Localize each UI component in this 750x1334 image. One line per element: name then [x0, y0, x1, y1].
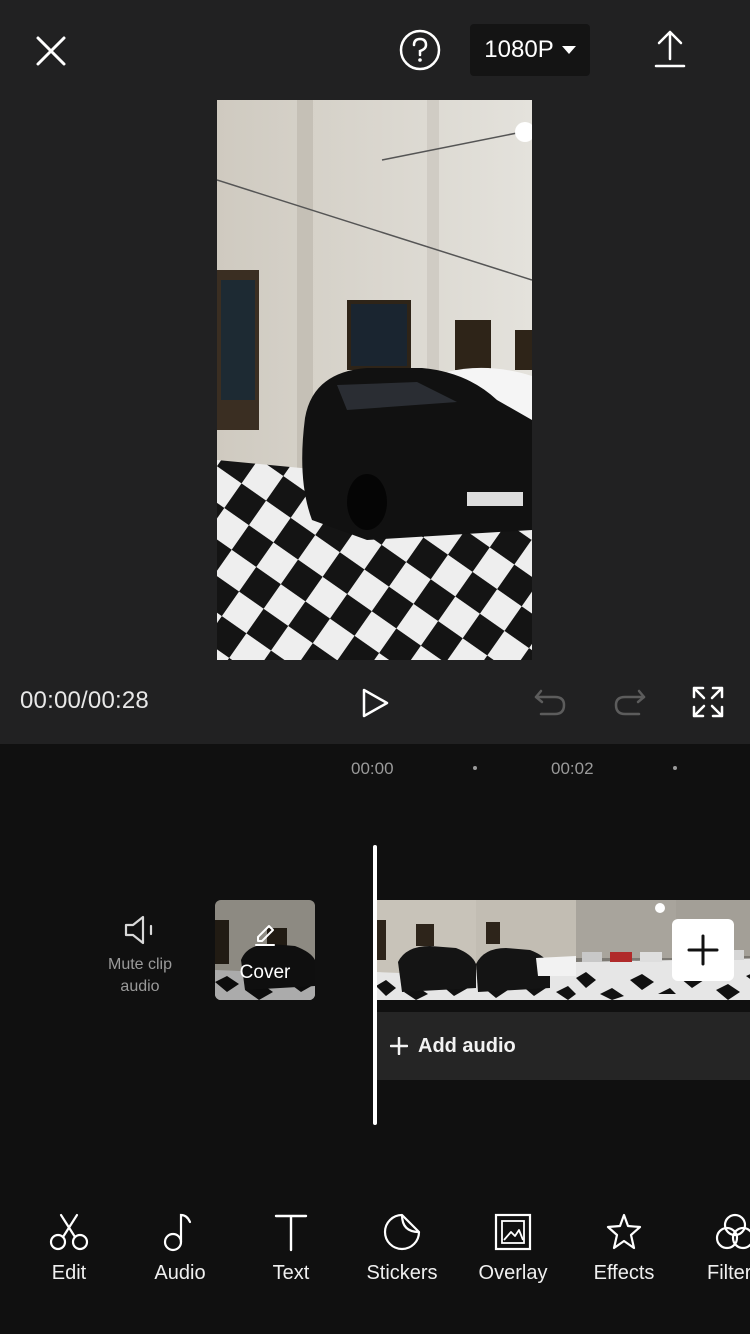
music-note-icon — [163, 1213, 192, 1252]
play-button[interactable] — [352, 680, 398, 726]
resolution-selector[interactable]: 1080P — [470, 24, 590, 76]
plus-icon — [687, 934, 719, 966]
ruler-tick-label: 00:02 — [551, 759, 594, 778]
fullscreen-button[interactable] — [686, 680, 730, 724]
tool-overlay[interactable]: Overlay — [463, 1212, 563, 1292]
export-icon — [654, 30, 686, 68]
tool-audio[interactable]: Audio — [130, 1212, 230, 1292]
plus-icon — [390, 1037, 408, 1055]
clip-frame — [376, 900, 476, 1000]
tool-label: Effects — [593, 1262, 655, 1284]
tool-text[interactable]: Text — [241, 1212, 341, 1292]
redo-button[interactable] — [608, 680, 652, 724]
undo-icon — [534, 689, 566, 716]
tool-label: Text — [272, 1262, 310, 1284]
filter-icon — [715, 1213, 750, 1250]
text-icon — [274, 1214, 308, 1252]
tool-edit[interactable]: Edit — [19, 1212, 119, 1292]
scissors-icon — [49, 1213, 89, 1251]
time-readout: 00:00/00:28 — [20, 687, 149, 714]
help-button[interactable] — [396, 26, 444, 74]
play-icon — [362, 688, 389, 718]
pencil-icon — [255, 925, 275, 946]
tool-label: Audio — [154, 1262, 206, 1284]
mute-label-line1: Mute clip — [107, 956, 173, 973]
speaker-icon — [124, 915, 153, 945]
mute-clip-audio-button[interactable]: Mute clip audio — [96, 910, 184, 1006]
resolution-label: 1080P — [484, 36, 554, 63]
tool-effects[interactable]: Effects — [574, 1212, 674, 1292]
cover-button[interactable]: Cover — [215, 900, 315, 1000]
cover-label: Cover — [239, 962, 291, 983]
caret-down-icon — [561, 46, 576, 54]
tool-label: Stickers — [366, 1262, 438, 1284]
sticker-icon — [383, 1213, 421, 1251]
bottom-toolbar: Edit Audio Text Stickers Overlay Effects… — [0, 1200, 750, 1310]
cover-overlay — [215, 900, 315, 1000]
add-audio-label: Add audio — [418, 1034, 516, 1057]
effects-star-icon — [606, 1213, 642, 1250]
close-button[interactable] — [26, 26, 76, 76]
export-button[interactable] — [645, 24, 695, 74]
add-clip-button[interactable] — [672, 919, 734, 981]
fullscreen-icon — [692, 686, 724, 718]
help-icon — [399, 29, 441, 71]
clip-frame — [476, 900, 576, 1000]
clip-frame — [576, 900, 676, 1000]
tool-label: Overlay — [478, 1262, 548, 1284]
tool-filter[interactable]: Filter — [685, 1212, 750, 1292]
video-preview[interactable] — [217, 100, 532, 660]
tool-label: Edit — [51, 1262, 87, 1284]
tool-label: Filter — [707, 1262, 750, 1284]
mute-label-line2: audio — [120, 978, 160, 995]
ruler-dot — [673, 766, 677, 770]
tool-stickers[interactable]: Stickers — [352, 1212, 452, 1292]
close-icon — [36, 36, 66, 66]
overlay-icon — [494, 1213, 532, 1251]
add-audio-button[interactable]: Add audio — [376, 1012, 750, 1080]
ruler-tick-label: 00:00 — [351, 759, 394, 778]
redo-icon — [614, 689, 646, 716]
playhead[interactable] — [373, 845, 377, 1125]
video-frame-image — [217, 100, 532, 660]
undo-button[interactable] — [528, 680, 572, 724]
ruler-dot — [473, 766, 477, 770]
